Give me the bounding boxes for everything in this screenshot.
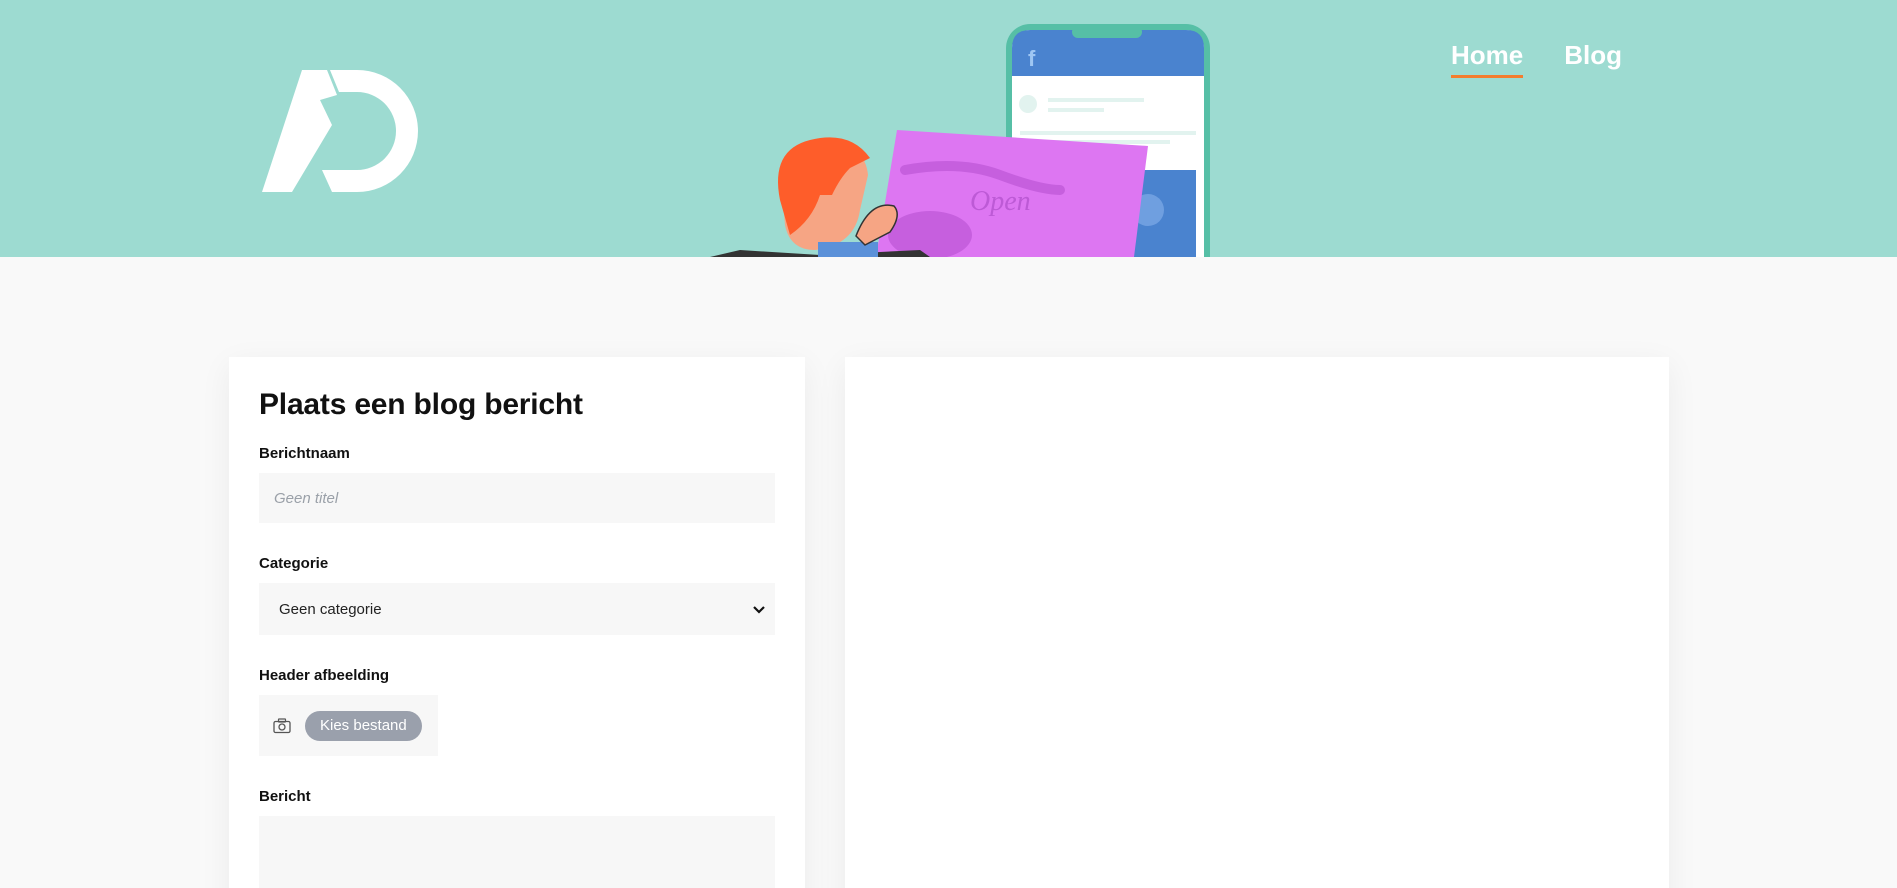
post-name-input[interactable] [259,473,775,523]
blog-post-form: Plaats een blog bericht Berichtnaam Cate… [229,357,805,888]
camera-icon [273,717,291,733]
form-title: Plaats een blog bericht [259,388,583,421]
category-select[interactable]: Geen categorie [259,583,775,635]
name-label: Berichtnaam [259,445,350,462]
header-image-label: Header afbeelding [259,667,390,684]
category-field-group: Categorie Geen categorie [259,555,775,635]
nav-blog-link[interactable]: Blog [1564,40,1622,78]
svg-text:Open: Open [970,186,1031,217]
category-label: Categorie [259,555,329,572]
message-field-group: Bericht [259,788,775,888]
message-textarea[interactable] [259,816,775,888]
main-nav: Home Blog [1451,40,1622,78]
site-logo[interactable] [262,70,418,192]
name-field-group: Berichtnaam [259,445,775,523]
hero-banner: f Open Home Blog [0,0,1897,257]
file-upload[interactable]: Kies bestand [259,695,438,756]
nav-home-link[interactable]: Home [1451,40,1524,78]
hero-illustration: f Open [710,24,1210,257]
message-label: Bericht [259,788,311,805]
image-field-group: Header afbeelding Kies bestand [259,667,775,756]
preview-panel [845,357,1669,888]
category-selected-value: Geen categorie [279,600,382,618]
chevron-down-icon [753,606,765,614]
svg-text:f: f [1028,46,1036,71]
choose-file-button[interactable]: Kies bestand [305,710,422,741]
